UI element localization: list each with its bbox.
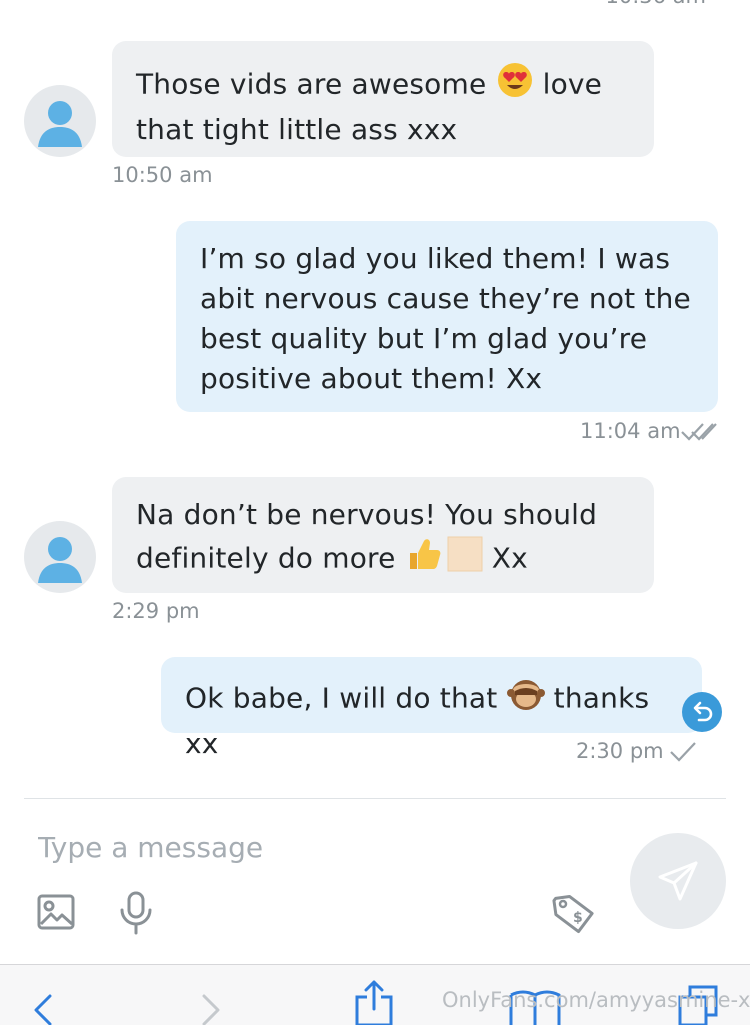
message-text: abit nervous cause they’re not the <box>200 282 691 315</box>
send-button[interactable] <box>630 833 726 929</box>
undo-button[interactable] <box>682 692 722 732</box>
message-text: I’m so glad you liked them! I was <box>200 242 671 275</box>
single-check-sent-icon <box>670 742 696 762</box>
set-price-button[interactable]: $ <box>552 892 596 940</box>
send-icon <box>658 861 698 901</box>
forward-icon[interactable] <box>200 993 222 1025</box>
see-no-evil-monkey-emoji-icon <box>506 675 545 724</box>
skin-tone-modifier-icon <box>447 536 483 583</box>
user-avatar-icon <box>38 537 82 583</box>
message-time: 2:29 pm <box>112 599 200 623</box>
previous-message-time: 10:36 am <box>605 0 706 8</box>
message-text: that tight little ass xxx <box>136 113 458 146</box>
svg-text:$: $ <box>573 910 583 926</box>
microphone-icon <box>120 891 152 935</box>
message-text: definitely do more <box>136 541 405 575</box>
watermark: OnlyFans.com/amyyasmine-xx <box>442 988 750 1012</box>
message-text: Xx <box>482 541 528 575</box>
image-icon <box>37 894 75 930</box>
message-time: 2:30 pm <box>576 739 664 763</box>
composer-divider <box>24 798 726 799</box>
chat-screen: 10:36 am Those vids are awesome love tha… <box>0 0 750 1025</box>
thumbs-up-emoji-icon <box>405 535 443 584</box>
message-time: 11:04 am <box>580 419 681 443</box>
message-input[interactable] <box>36 824 600 870</box>
message-time: 10:50 am <box>112 163 213 187</box>
message-text: Na don’t be nervous! You should <box>136 498 598 531</box>
back-icon[interactable] <box>32 993 54 1025</box>
share-icon[interactable] <box>354 979 394 1025</box>
attach-media-button[interactable] <box>36 892 76 936</box>
message-bubble-incoming[interactable]: Those vids are awesome love that tight l… <box>112 41 654 157</box>
message-text: Ok babe, I will do that <box>185 681 507 715</box>
price-tag-icon: $ <box>552 894 594 934</box>
message-text: best quality but I’m glad you’re <box>200 322 648 355</box>
avatar[interactable] <box>24 521 96 593</box>
message-text: love <box>533 67 603 101</box>
message-text: Those vids are awesome <box>136 67 496 101</box>
message-bubble-outgoing[interactable]: Ok babe, I will do that thanks xx <box>161 657 702 760</box>
message-bubble-outgoing[interactable]: I’m so glad you liked them! I was abit n… <box>176 221 718 412</box>
user-avatar-icon <box>38 101 82 147</box>
undo-icon <box>693 701 713 722</box>
double-check-read-icon <box>681 423 717 441</box>
avatar[interactable] <box>24 85 96 157</box>
heart-eyes-emoji-icon <box>496 61 534 110</box>
message-bubble-incoming[interactable]: Na don’t be nervous! You should definite… <box>112 477 654 593</box>
message-text: positive about them! Xx <box>200 362 543 395</box>
voice-message-button[interactable] <box>116 890 156 940</box>
